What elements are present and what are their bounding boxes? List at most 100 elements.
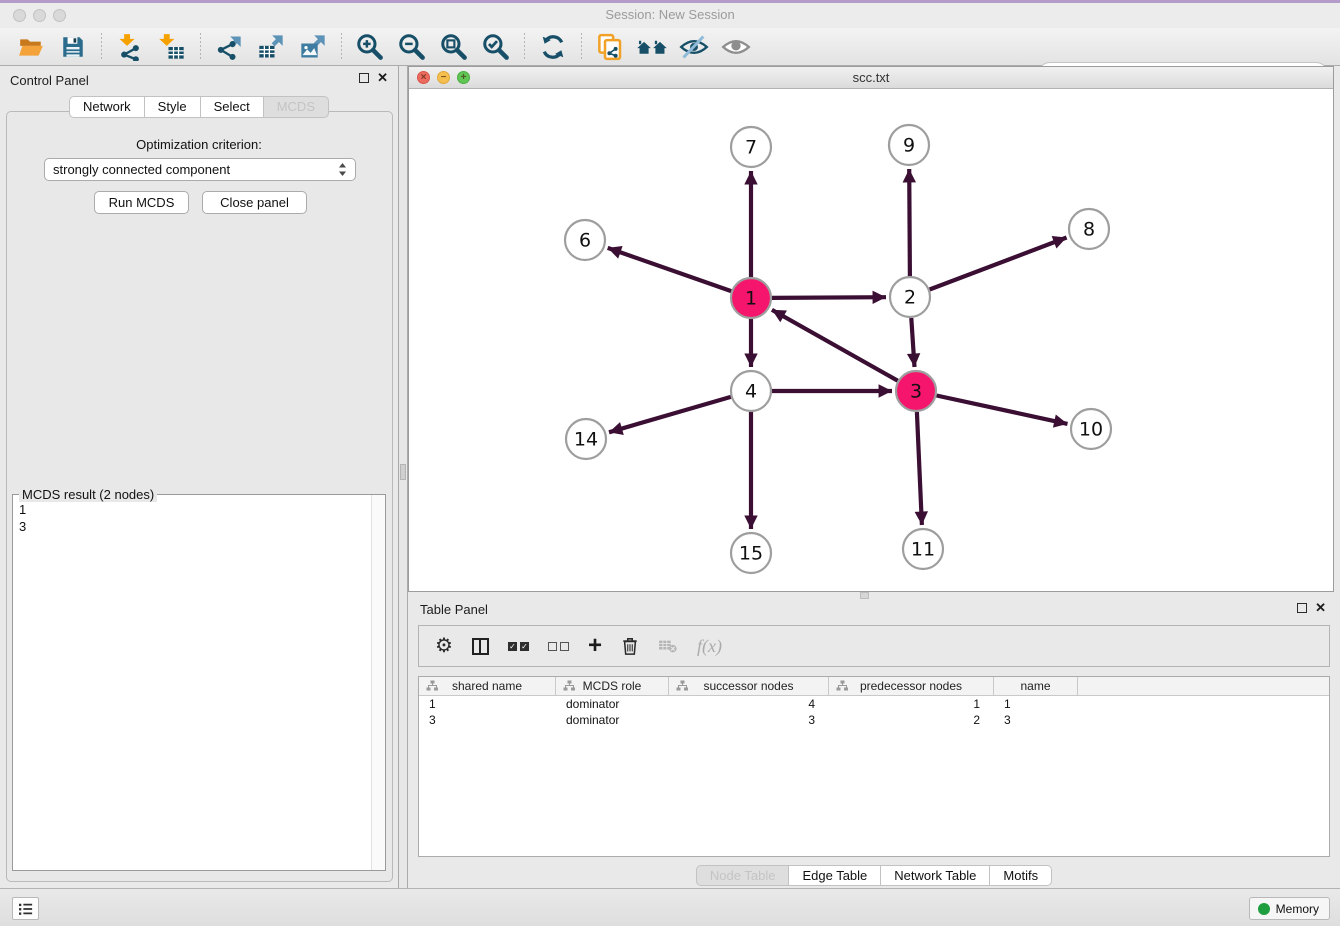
deselect-all-icon[interactable]: [548, 633, 569, 659]
table-header-row: shared nameMCDS rolesuccessor nodesprede…: [419, 677, 1329, 696]
cell-MCDS-role[interactable]: dominator: [556, 696, 669, 712]
toolbar-separator: [341, 33, 342, 61]
cell-shared-name[interactable]: 1: [419, 696, 556, 712]
export-table-icon[interactable]: [254, 31, 288, 63]
save-session-icon[interactable]: [56, 31, 90, 63]
table-options-gear-icon[interactable]: ⚙: [435, 633, 453, 659]
tab-mcds[interactable]: MCDS: [264, 96, 329, 118]
edge-3-10[interactable]: [937, 396, 1068, 424]
node-7[interactable]: 7: [731, 127, 771, 167]
show-columns-icon[interactable]: [472, 633, 489, 659]
cell-name[interactable]: 1: [994, 696, 1078, 712]
splitter-grip[interactable]: [860, 592, 869, 599]
delete-column-icon[interactable]: [621, 633, 639, 659]
node-table[interactable]: shared nameMCDS rolesuccessor nodesprede…: [418, 676, 1330, 857]
close-panel-button[interactable]: Close panel: [202, 191, 307, 214]
show-hidden-icon[interactable]: [719, 31, 753, 63]
table-row[interactable]: 1dominator411: [419, 696, 1329, 712]
open-file-icon[interactable]: [14, 31, 48, 63]
tab-edge-table[interactable]: Edge Table: [789, 865, 881, 886]
node-15[interactable]: 15: [731, 533, 771, 573]
run-mcds-button[interactable]: Run MCDS: [94, 191, 189, 214]
edge-3-1[interactable]: [772, 310, 898, 381]
cell-shared-name[interactable]: 3: [419, 712, 556, 728]
tab-network-table[interactable]: Network Table: [881, 865, 990, 886]
tab-node-table[interactable]: Node Table: [696, 865, 790, 886]
cell-predecessor-nodes[interactable]: 2: [829, 712, 994, 728]
add-column-icon[interactable]: +: [588, 633, 602, 659]
result-scrollbar[interactable]: [371, 495, 385, 870]
float-panel-icon[interactable]: [359, 73, 369, 83]
table-toolbar: ⚙ ✓✓ + f(x): [418, 625, 1330, 667]
zoom-fit-icon[interactable]: [437, 31, 471, 63]
export-image-icon[interactable]: [296, 31, 330, 63]
hide-selected-icon[interactable]: [677, 31, 711, 63]
node-11[interactable]: 11: [903, 529, 943, 569]
node-1[interactable]: 1: [731, 278, 771, 318]
svg-text:7: 7: [745, 137, 757, 159]
network-titlebar[interactable]: × − + scc.txt: [409, 67, 1333, 89]
edge-3-11[interactable]: [917, 412, 922, 525]
edge-2-8[interactable]: [930, 238, 1067, 290]
node-3[interactable]: 3: [896, 371, 936, 411]
network-canvas[interactable]: 7 9 6 8 1 2 4 3 14 10 15 11: [409, 89, 1333, 591]
criterion-dropdown[interactable]: strongly connected component: [44, 158, 356, 181]
control-panel: Control Panel ✕ NetworkStyleSelectMCDS O…: [0, 66, 399, 888]
edge-2-9[interactable]: [909, 169, 910, 276]
edge-4-14[interactable]: [609, 397, 731, 432]
apply-layout-icon[interactable]: [536, 31, 570, 63]
mcds-result-list: 13: [19, 501, 26, 535]
vertical-splitter[interactable]: [399, 66, 408, 888]
column-header-successor-nodes[interactable]: successor nodes: [669, 677, 829, 695]
column-header-MCDS-role[interactable]: MCDS role: [556, 677, 669, 695]
clone-network-icon[interactable]: [593, 31, 627, 63]
zoom-selected-icon[interactable]: [479, 31, 513, 63]
show-all-networks-icon[interactable]: [635, 31, 669, 63]
cell-name[interactable]: 3: [994, 712, 1078, 728]
splitter-grip[interactable]: [400, 464, 406, 480]
edge-2-3[interactable]: [911, 318, 914, 367]
node-9[interactable]: 9: [889, 125, 929, 165]
horizontal-splitter[interactable]: [408, 592, 1340, 600]
close-panel-icon[interactable]: ✕: [1315, 602, 1326, 614]
column-header-predecessor-nodes[interactable]: predecessor nodes: [829, 677, 994, 695]
tab-motifs[interactable]: Motifs: [990, 865, 1052, 886]
tab-network[interactable]: Network: [69, 96, 145, 118]
column-header-name[interactable]: name: [994, 677, 1078, 695]
node-6[interactable]: 6: [565, 220, 605, 260]
cell-successor-nodes[interactable]: 4: [669, 696, 829, 712]
column-header-shared-name[interactable]: shared name: [419, 677, 556, 695]
node-4[interactable]: 4: [731, 371, 771, 411]
cell-successor-nodes[interactable]: 3: [669, 712, 829, 728]
svg-text:11: 11: [911, 539, 935, 561]
svg-text:4: 4: [745, 381, 757, 403]
task-history-button[interactable]: [12, 897, 39, 920]
node-2[interactable]: 2: [890, 277, 930, 317]
float-panel-icon[interactable]: [1297, 603, 1307, 613]
app-titlebar: Session: New Session: [0, 3, 1340, 28]
memory-status-dot: [1258, 903, 1270, 915]
table-row[interactable]: 3dominator323: [419, 712, 1329, 728]
zoom-out-icon[interactable]: [395, 31, 429, 63]
import-table-icon[interactable]: [155, 31, 189, 63]
export-network-icon[interactable]: [212, 31, 246, 63]
memory-button[interactable]: Memory: [1249, 897, 1330, 920]
function-builder-icon: f(x): [697, 633, 722, 659]
import-network-icon[interactable]: [113, 31, 147, 63]
cell-MCDS-role[interactable]: dominator: [556, 712, 669, 728]
edge-1-6[interactable]: [608, 248, 732, 291]
network-view-window: × − + scc.txt 7 9 6 8 1 2 4 3 14 10 15 11: [408, 66, 1334, 592]
cell-predecessor-nodes[interactable]: 1: [829, 696, 994, 712]
edge-1-2[interactable]: [772, 297, 886, 298]
zoom-in-icon[interactable]: [353, 31, 387, 63]
svg-text:3: 3: [910, 381, 922, 403]
tab-style[interactable]: Style: [145, 96, 201, 118]
close-panel-icon[interactable]: ✕: [377, 72, 388, 84]
node-10[interactable]: 10: [1071, 409, 1111, 449]
node-8[interactable]: 8: [1069, 209, 1109, 249]
svg-text:6: 6: [579, 230, 591, 252]
node-14[interactable]: 14: [566, 419, 606, 459]
select-all-icon[interactable]: ✓✓: [508, 633, 529, 659]
table-panel: Table Panel ✕ ⚙ ✓✓ + f(x) shared nameMCD…: [408, 600, 1340, 888]
tab-select[interactable]: Select: [201, 96, 264, 118]
